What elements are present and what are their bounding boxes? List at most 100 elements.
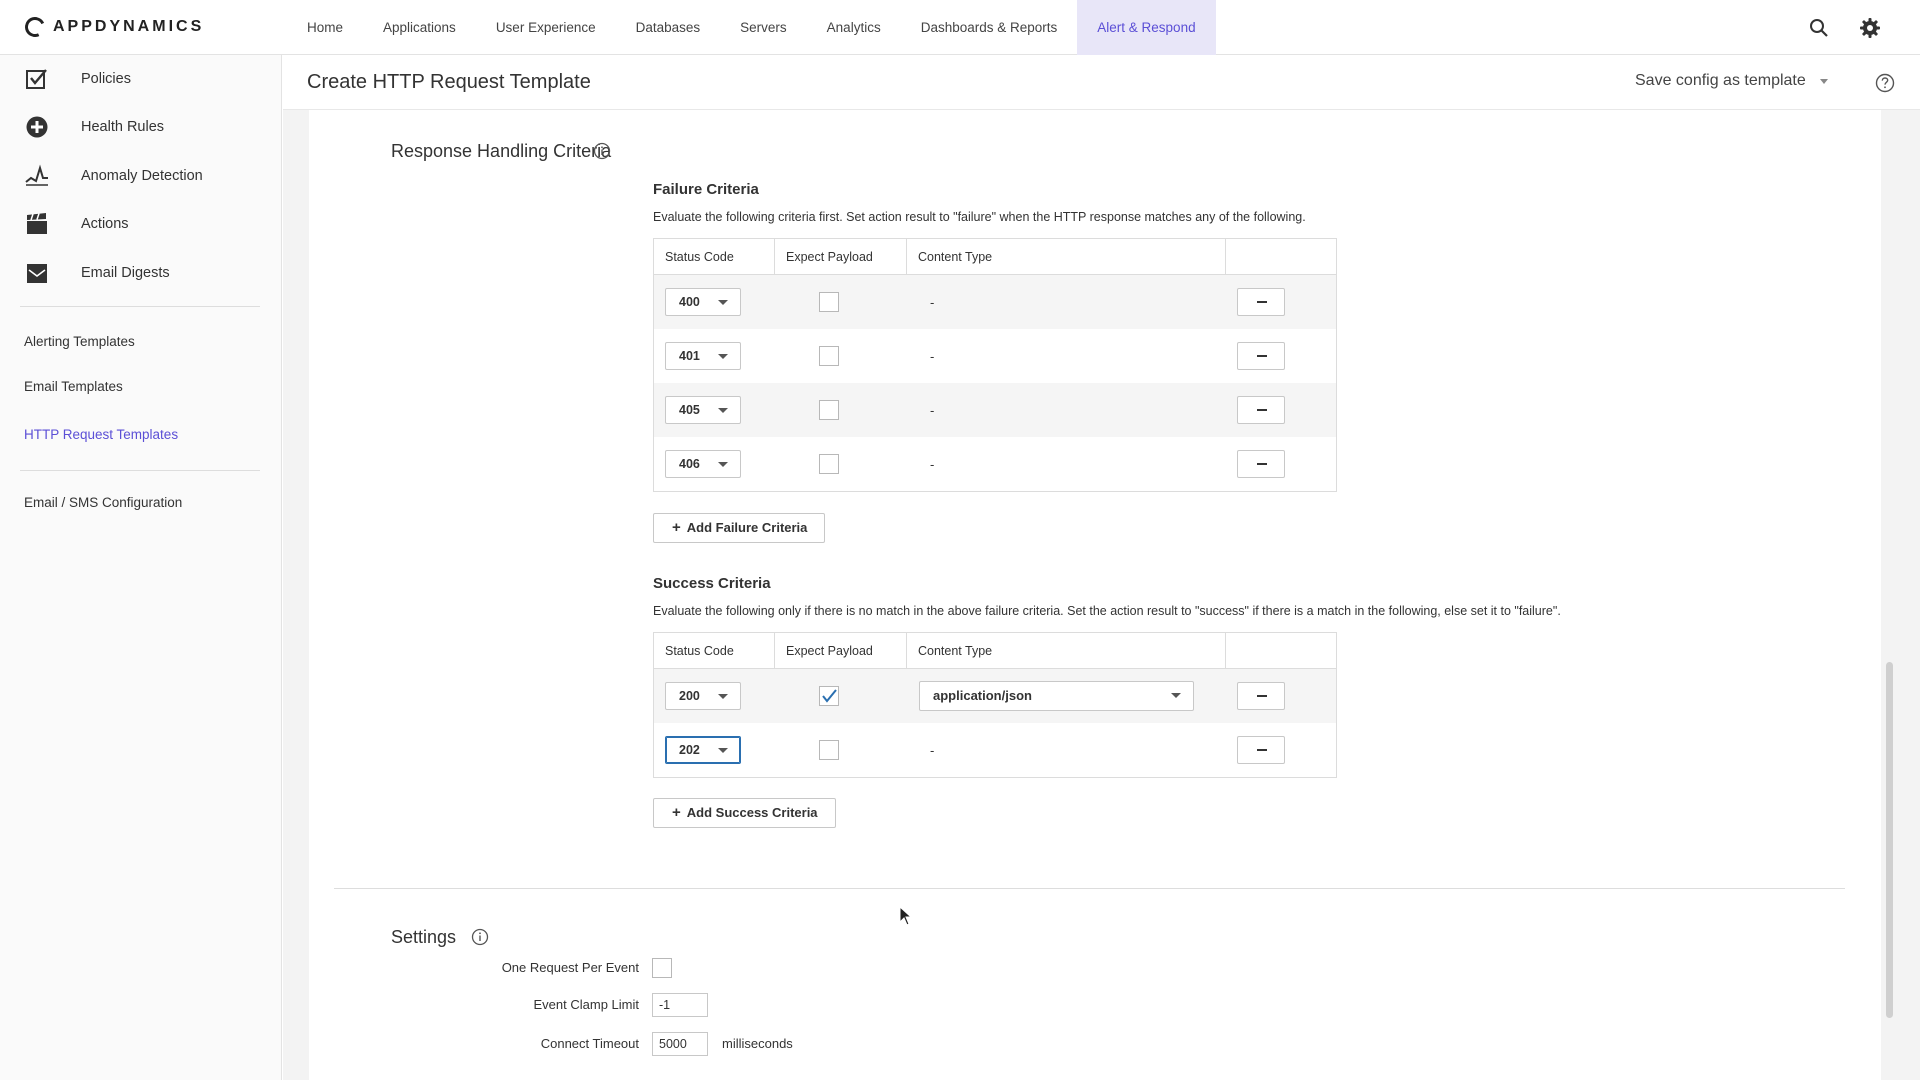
status-code-value: 405	[679, 403, 700, 417]
plus-circle-icon	[24, 114, 50, 140]
nav-home[interactable]: Home	[287, 0, 363, 55]
appdynamics-logo[interactable]: APPDYNAMICS	[22, 14, 205, 40]
event-clamp-limit-label: Event Clamp Limit	[533, 997, 639, 1012]
sidebar-item-label: Email Digests	[81, 265, 170, 281]
sidebar-item-health-rules[interactable]: Health Rules	[24, 112, 164, 142]
logo-icon	[22, 14, 48, 40]
expect-payload-checkbox[interactable]	[819, 740, 839, 760]
nav-alert-respond[interactable]: Alert & Respond	[1077, 0, 1216, 55]
status-code-select[interactable]: 400	[665, 288, 741, 316]
content-type-select[interactable]: application/json	[919, 681, 1194, 711]
sidebar-item-actions[interactable]: Actions	[24, 209, 129, 239]
remove-row-button[interactable]	[1237, 396, 1285, 424]
table-row: 406 -	[654, 437, 1336, 491]
event-clamp-limit-input[interactable]	[652, 993, 708, 1017]
plus-icon: +	[672, 519, 681, 536]
table-row: 200 application/json	[654, 669, 1336, 723]
column-header-content-type: Content Type	[907, 633, 1226, 668]
status-code-select[interactable]: 406	[665, 450, 741, 478]
remove-row-button[interactable]	[1237, 342, 1285, 370]
anomaly-icon	[24, 163, 50, 189]
sidebar-item-policies[interactable]: Policies	[24, 64, 131, 94]
table-row: 405 -	[654, 383, 1336, 437]
remove-row-button[interactable]	[1237, 736, 1285, 764]
remove-row-button[interactable]	[1237, 288, 1285, 316]
search-icon[interactable]	[1807, 16, 1831, 40]
success-criteria-title: Success Criteria	[653, 575, 771, 592]
column-header-expect-payload: Expect Payload	[775, 239, 907, 274]
sidebar-link-alerting-templates[interactable]: Alerting Templates	[24, 334, 135, 349]
page-title: Create HTTP Request Template	[307, 71, 591, 93]
remove-row-button[interactable]	[1237, 450, 1285, 478]
sidebar-item-label: Health Rules	[81, 119, 165, 135]
expect-payload-checkbox[interactable]	[819, 686, 839, 706]
save-config-label: Save config as template	[1635, 72, 1806, 89]
status-code-select[interactable]: 405	[665, 396, 741, 424]
save-config-dropdown[interactable]: Save config as template	[1635, 72, 1828, 90]
sidebar-divider	[20, 306, 260, 307]
sidebar: Policies Health Rules Anomaly Detection …	[0, 55, 282, 1080]
table-row: 202 -	[654, 723, 1336, 777]
content-type-value: application/json	[933, 688, 1032, 703]
nav-dashboards-reports[interactable]: Dashboards & Reports	[901, 0, 1078, 55]
content-type-value: -	[930, 402, 935, 418]
success-criteria-table: Status Code Expect Payload Content Type …	[653, 632, 1337, 778]
sidebar-link-email-templates[interactable]: Email Templates	[24, 379, 123, 394]
status-code-value: 202	[679, 743, 700, 757]
remove-row-button[interactable]	[1237, 682, 1285, 710]
success-criteria-description: Evaluate the following only if there is …	[653, 604, 1561, 618]
sidebar-item-label: Policies	[81, 71, 131, 87]
status-code-select[interactable]: 200	[665, 682, 741, 710]
content-type-value: -	[930, 294, 935, 310]
settings-title: Settings	[391, 927, 457, 947]
sidebar-item-label: Anomaly Detection	[81, 168, 203, 184]
connect-timeout-input[interactable]	[652, 1032, 708, 1056]
status-code-value: 200	[679, 689, 700, 703]
expect-payload-checkbox[interactable]	[819, 292, 839, 312]
section-divider	[334, 888, 1845, 889]
nav-servers[interactable]: Servers	[720, 0, 807, 55]
chevron-down-icon	[718, 354, 728, 359]
status-code-select[interactable]: 202	[665, 736, 741, 764]
add-failure-criteria-button[interactable]: + Add Failure Criteria	[653, 513, 826, 543]
one-request-per-event-checkbox[interactable]	[652, 958, 672, 978]
expect-payload-checkbox[interactable]	[819, 454, 839, 474]
logo-text: APPDYNAMICS	[53, 18, 205, 35]
table-row: 400 -	[654, 275, 1336, 329]
status-code-value: 401	[679, 349, 700, 363]
checkmark-icon	[822, 689, 837, 703]
one-request-per-event-label: One Request Per Event	[501, 960, 639, 975]
expect-payload-checkbox[interactable]	[819, 346, 839, 366]
nav-databases[interactable]: Databases	[616, 0, 721, 55]
expect-payload-checkbox[interactable]	[819, 400, 839, 420]
nav-analytics[interactable]: Analytics	[807, 0, 901, 55]
sidebar-item-anomaly-detection[interactable]: Anomaly Detection	[24, 161, 203, 191]
add-failure-criteria-label: Add Failure Criteria	[686, 520, 808, 535]
status-code-value: 400	[679, 295, 700, 309]
status-code-select[interactable]: 401	[665, 342, 741, 370]
connect-timeout-label: Connect Timeout	[540, 1036, 639, 1051]
column-header-status-code: Status Code	[654, 239, 775, 274]
status-code-value: 406	[679, 457, 700, 471]
chevron-down-icon	[718, 694, 728, 699]
add-success-criteria-button[interactable]: + Add Success Criteria	[653, 798, 836, 828]
failure-criteria-title: Failure Criteria	[653, 181, 759, 198]
scrollbar-thumb[interactable]	[1886, 662, 1893, 1018]
help-icon[interactable]	[1875, 73, 1895, 98]
connect-timeout-unit: milliseconds	[722, 1036, 793, 1051]
nav-user-experience[interactable]: User Experience	[476, 0, 616, 55]
sidebar-link-email-sms-configuration[interactable]: Email / SMS Configuration	[24, 495, 182, 510]
mouse-cursor-icon	[899, 906, 913, 926]
checkbox-icon	[24, 66, 50, 92]
info-icon[interactable]	[593, 142, 611, 165]
sidebar-link-http-request-templates[interactable]: HTTP Request Templates	[24, 427, 178, 442]
column-header-expect-payload: Expect Payload	[775, 633, 907, 668]
column-header-actions	[1226, 633, 1336, 668]
gear-icon[interactable]	[1858, 16, 1882, 40]
info-icon[interactable]	[471, 928, 489, 951]
content-type-value: -	[930, 742, 935, 758]
content-type-value: -	[930, 348, 935, 364]
sidebar-divider	[20, 470, 260, 471]
sidebar-item-email-digests[interactable]: Email Digests	[24, 258, 170, 288]
nav-applications[interactable]: Applications	[363, 0, 476, 55]
